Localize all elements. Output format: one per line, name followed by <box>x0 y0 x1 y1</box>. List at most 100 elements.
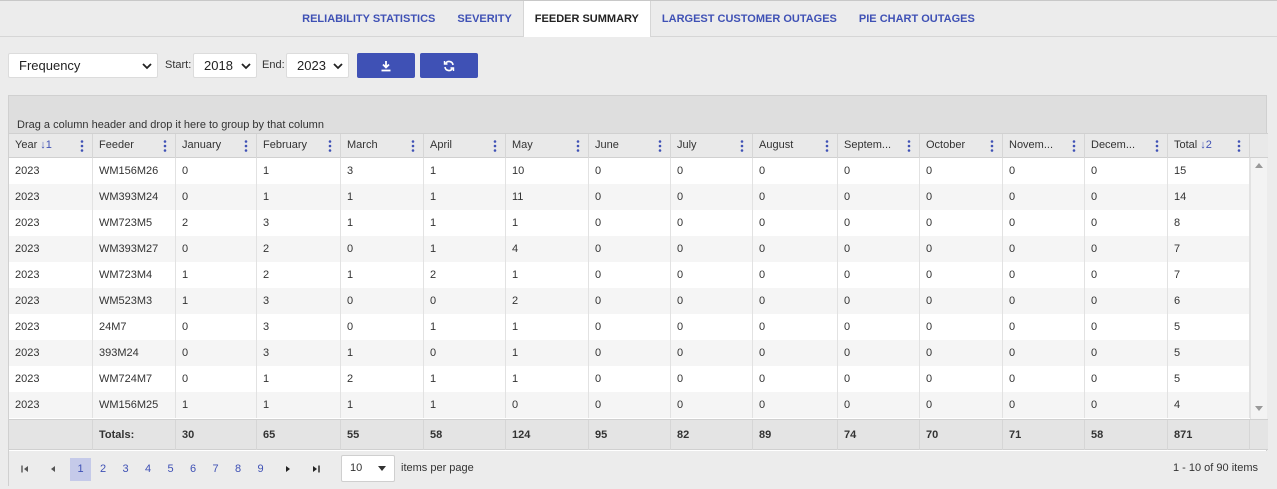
cell-may: 1 <box>506 340 589 366</box>
cell-decem: 0 <box>1085 366 1168 392</box>
column-menu-icon[interactable] <box>1155 140 1159 152</box>
page-4-button[interactable]: 4 <box>138 458 159 481</box>
page-2-button[interactable]: 2 <box>93 458 114 481</box>
column-menu-icon[interactable] <box>658 140 662 152</box>
column-menu-icon[interactable] <box>825 140 829 152</box>
column-menu-icon[interactable] <box>1072 140 1076 152</box>
cell-year: 2023 <box>9 236 93 262</box>
column-menu-icon[interactable] <box>740 140 744 152</box>
column-header-january[interactable]: January <box>176 134 257 158</box>
chevron-down-icon <box>241 63 251 70</box>
cell-decem: 0 <box>1085 288 1168 314</box>
column-menu-icon[interactable] <box>576 140 580 152</box>
scroll-up-icon[interactable] <box>1255 163 1263 168</box>
cell-decem: 0 <box>1085 184 1168 210</box>
column-menu-icon[interactable] <box>80 140 84 152</box>
column-header-decem[interactable]: Decem... <box>1085 134 1168 158</box>
metric-select[interactable]: Frequency <box>8 53 158 78</box>
tab-feeder-summary[interactable]: FEEDER SUMMARY <box>522 1 651 37</box>
first-page-button[interactable] <box>15 460 35 478</box>
page-9-button[interactable]: 9 <box>250 458 271 481</box>
cell-july: 0 <box>671 288 753 314</box>
page-5-button[interactable]: 5 <box>160 458 181 481</box>
column-header-septem[interactable]: Septem... <box>838 134 920 158</box>
column-menu-icon[interactable] <box>1237 140 1241 152</box>
total-june: 95 <box>589 420 671 450</box>
page-6-button[interactable]: 6 <box>183 458 204 481</box>
tab-reliability-statistics[interactable]: RELIABILITY STATISTICS <box>291 1 446 37</box>
table-row[interactable]: 2023 WM724M7 0 1 2 1 1 0 0 0 0 0 0 0 5 <box>9 366 1250 392</box>
table-row[interactable]: 2023 WM393M27 0 2 0 1 4 0 0 0 0 0 0 0 7 <box>9 236 1250 262</box>
table-row[interactable]: 2023 393M24 0 3 1 0 1 0 0 0 0 0 0 0 5 <box>9 340 1250 366</box>
table-row[interactable]: 2023 WM393M24 0 1 1 1 11 0 0 0 0 0 0 0 14 <box>9 184 1250 210</box>
cell-january: 2 <box>176 210 257 236</box>
table-row[interactable]: 2023 WM156M26 0 1 3 1 10 0 0 0 0 0 0 0 15 <box>9 158 1250 184</box>
sort-indicator[interactable]: ↓1 <box>40 139 52 151</box>
page-7-button[interactable]: 7 <box>205 458 226 481</box>
cell-august: 0 <box>753 340 838 366</box>
page-1-button[interactable]: 1 <box>70 458 91 481</box>
table-row[interactable]: 2023 WM523M3 1 3 0 0 2 0 0 0 0 0 0 0 6 <box>9 288 1250 314</box>
column-header-october[interactable]: October <box>920 134 1003 158</box>
page-size-select[interactable]: 10 <box>341 455 395 482</box>
cell-august: 0 <box>753 158 838 184</box>
column-header-label: January <box>182 139 222 151</box>
column-header-feeder[interactable]: Feeder <box>93 134 176 158</box>
total-january: 30 <box>176 420 257 450</box>
column-menu-icon[interactable] <box>907 140 911 152</box>
tab-largest-customer-outages[interactable]: LARGEST CUSTOMER OUTAGES <box>651 1 848 37</box>
table-row[interactable]: 2023 24M7 0 3 0 1 1 0 0 0 0 0 0 0 5 <box>9 314 1250 340</box>
column-header-novem[interactable]: Novem... <box>1003 134 1085 158</box>
vertical-scrollbar[interactable] <box>1250 158 1267 419</box>
page-8-button[interactable]: 8 <box>228 458 249 481</box>
column-header-may[interactable]: May <box>506 134 589 158</box>
refresh-button[interactable] <box>420 53 478 78</box>
prev-page-button[interactable] <box>43 460 63 478</box>
cell-october: 0 <box>920 288 1003 314</box>
cell-august: 0 <box>753 236 838 262</box>
column-header-march[interactable]: March <box>341 134 424 158</box>
column-menu-icon[interactable] <box>328 140 332 152</box>
table-row[interactable]: 2023 WM156M25 1 1 1 1 0 0 0 0 0 0 0 0 4 <box>9 392 1250 418</box>
cell-july: 0 <box>671 392 753 418</box>
page-3-button[interactable]: 3 <box>115 458 136 481</box>
end-year-select[interactable]: 2023 <box>286 53 349 78</box>
tab-severity[interactable]: SEVERITY <box>446 1 522 37</box>
cell-total: 6 <box>1168 288 1250 314</box>
page-size-value: 10 <box>350 462 363 474</box>
cell-year: 2023 <box>9 340 93 366</box>
column-menu-icon[interactable] <box>493 140 497 152</box>
group-panel[interactable]: Drag a column header and drop it here to… <box>9 96 1266 133</box>
table-row[interactable]: 2023 WM723M5 2 3 1 1 1 0 0 0 0 0 0 0 8 <box>9 210 1250 236</box>
column-menu-icon[interactable] <box>163 140 167 152</box>
cell-septem: 0 <box>838 392 920 418</box>
column-header-february[interactable]: February <box>257 134 341 158</box>
cell-april: 2 <box>424 262 506 288</box>
column-header-august[interactable]: August <box>753 134 838 158</box>
next-page-button[interactable] <box>278 460 298 478</box>
cell-june: 0 <box>589 158 671 184</box>
column-header-july[interactable]: July <box>671 134 753 158</box>
cell-october: 0 <box>920 366 1003 392</box>
last-page-button[interactable] <box>306 460 326 478</box>
column-menu-icon[interactable] <box>411 140 415 152</box>
column-menu-icon[interactable] <box>990 140 994 152</box>
column-header-total[interactable]: Total ↓2 <box>1168 134 1250 158</box>
start-year-select[interactable]: 2018 <box>193 53 257 78</box>
end-label: End: <box>262 59 285 71</box>
cell-decem: 0 <box>1085 262 1168 288</box>
cell-june: 0 <box>589 210 671 236</box>
cell-february: 3 <box>257 210 341 236</box>
column-header-april[interactable]: April <box>424 134 506 158</box>
tab-pie-chart-outages[interactable]: PIE CHART OUTAGES <box>848 1 986 37</box>
sort-indicator[interactable]: ↓2 <box>1200 139 1212 151</box>
cell-year: 2023 <box>9 210 93 236</box>
download-button[interactable] <box>357 53 415 78</box>
column-header-label: Novem... <box>1009 139 1054 151</box>
scroll-down-icon[interactable] <box>1255 406 1263 411</box>
column-header-year[interactable]: Year ↓1 <box>9 134 93 158</box>
column-header-june[interactable]: June <box>589 134 671 158</box>
table-row[interactable]: 2023 WM723M4 1 2 1 2 1 0 0 0 0 0 0 0 7 <box>9 262 1250 288</box>
cell-february: 2 <box>257 236 341 262</box>
column-menu-icon[interactable] <box>244 140 248 152</box>
